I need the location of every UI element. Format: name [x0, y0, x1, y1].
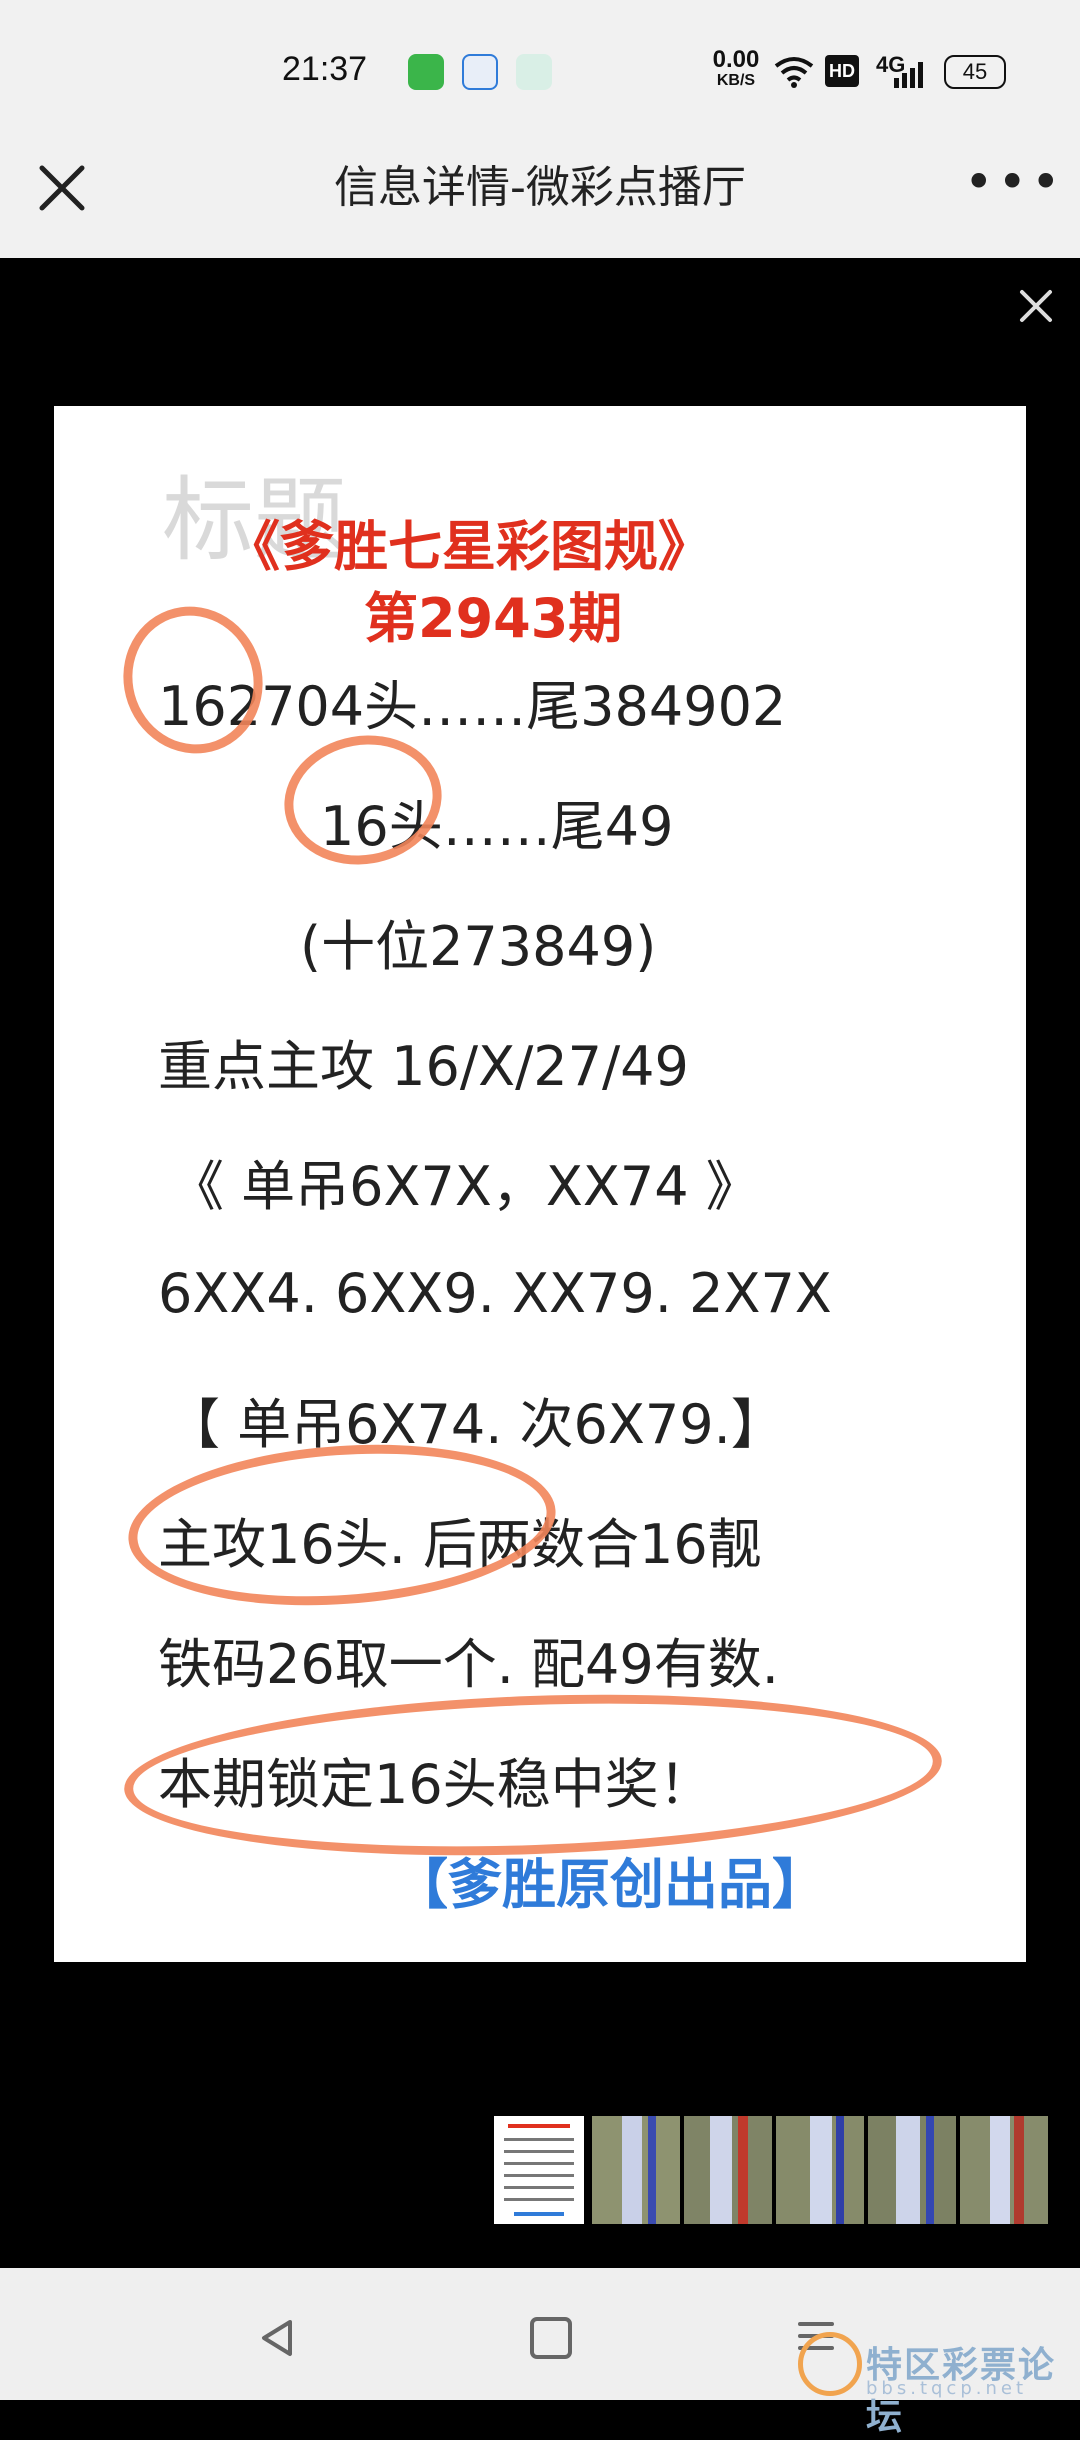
- thumbnail-current[interactable]: [494, 2116, 584, 2224]
- thumbnail[interactable]: [684, 2116, 772, 2224]
- back-triangle-icon[interactable]: [256, 2316, 300, 2360]
- status-time: 21:37: [282, 50, 368, 88]
- poster-line: 铁码26取一个. 配49有数.: [158, 1633, 779, 1696]
- home-square-icon[interactable]: [530, 2317, 572, 2359]
- viewer-close-icon[interactable]: [1012, 282, 1060, 330]
- browser-app-icon: [462, 54, 498, 90]
- network-speed-unit: KB/S: [716, 72, 756, 89]
- forum-watermark-sub: bbs.tqcp.net: [866, 2378, 1028, 2399]
- highlight-circle: [123, 1431, 561, 1619]
- poster-image: 标题 《爹胜七星彩图规》 第2943期 162704头……尾384902 16头…: [54, 406, 1026, 1962]
- highlight-circle: [102, 586, 284, 774]
- forum-logo-icon: [798, 2332, 862, 2396]
- poster-line: 重点主攻 16/X/27/49: [158, 1035, 689, 1098]
- poster-line: 【 单吊6X74. 次6X79.】: [166, 1393, 785, 1456]
- message-app-icon: [408, 54, 444, 90]
- thumbnail[interactable]: [776, 2116, 864, 2224]
- poster-line: (十位273849): [300, 915, 657, 978]
- poster-line: 6XX4. 6XX9. XX79. 2X7X: [158, 1262, 832, 1325]
- signal-bars-icon: [894, 62, 923, 88]
- poster-line: 《 单吊6X7X，XX74 》: [170, 1155, 760, 1218]
- thumbnail[interactable]: [960, 2116, 1048, 2224]
- status-bar: 21:37 0.00 KB/S HD 4G 45: [0, 0, 1080, 140]
- network-speed-value: 0.00: [712, 46, 760, 73]
- thumbnail-strip: [494, 2116, 1050, 2224]
- poster-issue: 第2943期: [364, 587, 623, 650]
- battery-indicator: 45: [944, 55, 1006, 89]
- hd-badge: HD: [825, 55, 859, 87]
- thumbnail[interactable]: [592, 2116, 680, 2224]
- thumbnail[interactable]: [868, 2116, 956, 2224]
- wifi-icon: [774, 57, 814, 88]
- more-icon[interactable]: •••: [964, 157, 1060, 212]
- network-speed: 0.00 KB/S: [704, 48, 768, 90]
- carrier-app-icon: [516, 54, 552, 90]
- poster-title: 《爹胜七星彩图规》: [226, 515, 712, 578]
- page-title: 信息详情-微彩点播厅: [334, 162, 746, 213]
